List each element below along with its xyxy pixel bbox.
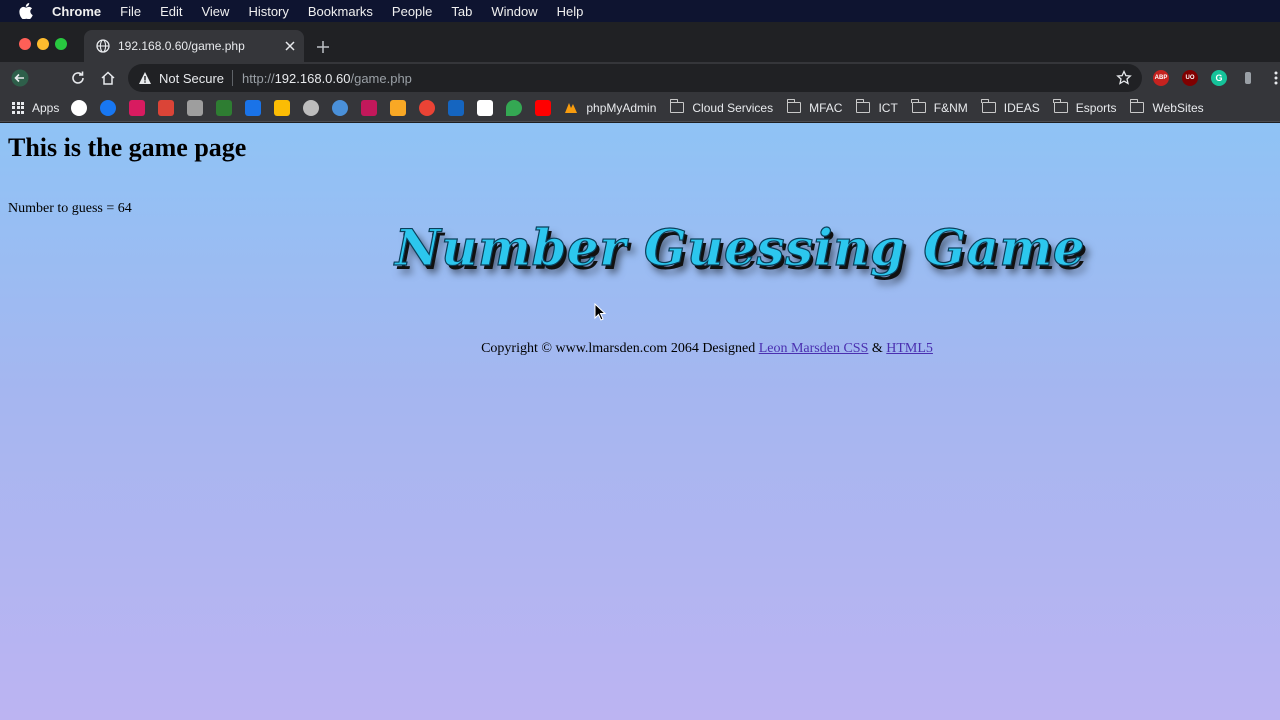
apple-icon[interactable] <box>18 3 34 19</box>
folder-icon <box>669 99 685 113</box>
folder-icon <box>911 99 926 113</box>
linkedin-bookmark-icon[interactable] <box>129 99 146 116</box>
adblock-plus-extension-icon[interactable]: ABP <box>1153 70 1169 86</box>
folder-icon <box>1129 99 1145 113</box>
new-tab-icon[interactable] <box>313 37 333 57</box>
macos-menu-bar: Chrome File Edit View History Bookmarks … <box>0 0 1280 22</box>
bookmark-label: MFAC <box>809 100 843 115</box>
page-footer: Copyright © www.lmarsden.com 2064 Design… <box>0 341 1280 357</box>
bookmark-label: F&NM <box>933 100 968 115</box>
browser-toolbar: Not Secure http://192.168.0.60/game.php … <box>0 62 1280 94</box>
active-tab[interactable]: 192.168.0.60/game.php <box>84 30 304 62</box>
youtube-bookmark-icon[interactable] <box>535 99 552 116</box>
drive-bookmark-icon[interactable] <box>274 99 291 116</box>
bookmark-folder-ict[interactable]: ICT <box>855 99 898 115</box>
mouse-cursor-icon <box>594 303 606 321</box>
menu-bookmarks[interactable]: Bookmarks <box>308 4 373 19</box>
menu-app-chrome[interactable]: Chrome <box>52 4 101 19</box>
calendar-bookmark-icon[interactable] <box>245 99 262 116</box>
zoom-window-button[interactable] <box>55 38 67 50</box>
tool-bookmark-icon[interactable] <box>332 99 349 116</box>
menu-help[interactable]: Help <box>557 4 584 19</box>
facebook-bookmark-icon[interactable] <box>100 99 117 116</box>
bookmark-folder-cloud-services[interactable]: Cloud Services <box>669 99 774 115</box>
apple-bookmark-icon[interactable] <box>303 99 320 116</box>
menu-file[interactable]: File <box>120 4 141 19</box>
folder-icon <box>786 99 802 113</box>
bookmark-folder-ideas[interactable]: IDEAS <box>981 99 1040 115</box>
gmail-bookmark-icon[interactable] <box>158 99 175 116</box>
menu-window[interactable]: Window <box>491 4 537 19</box>
tab-strip: 192.168.0.60/game.php <box>0 22 1280 62</box>
menu-people[interactable]: People <box>392 4 432 19</box>
folder-icon <box>855 99 871 113</box>
green-bookmark-icon[interactable] <box>216 99 233 116</box>
menu-view[interactable]: View <box>201 4 229 19</box>
bookmark-label: Esports <box>1075 100 1117 115</box>
bookmark-phpmyadmin[interactable]: phpMyAdmin <box>564 101 656 115</box>
bookmarks-bar: Apps phpMyAdmin Cloud Services MFAC ICT … <box>0 94 1280 122</box>
folder-icon <box>1053 99 1068 113</box>
bookmark-apps[interactable]: Apps <box>12 101 59 115</box>
menu-edit[interactable]: Edit <box>160 4 182 19</box>
ci-bookmark-icon[interactable] <box>361 99 378 116</box>
not-secure-label[interactable]: Not Secure <box>159 71 224 86</box>
phpmyadmin-icon <box>565 102 578 113</box>
bookmark-label: WebSites <box>1152 100 1204 115</box>
apps-grid-icon <box>12 101 24 114</box>
menu-tab[interactable]: Tab <box>451 4 472 19</box>
menu-history[interactable]: History <box>248 4 288 19</box>
url-host: 192.168.0.60 <box>274 70 351 86</box>
number-to-guess-text: Number to guess = 64 <box>8 201 132 216</box>
maps-bookmark-icon[interactable] <box>506 99 523 116</box>
home-icon[interactable] <box>96 66 120 90</box>
page-heading: This is the game page <box>8 133 247 162</box>
warning-icon[interactable] <box>138 71 152 85</box>
bookmark-label: ICT <box>878 100 898 115</box>
address-bar[interactable]: Not Secure http://192.168.0.60/game.php <box>128 64 1142 92</box>
globe-icon <box>96 39 110 53</box>
bookmark-label: phpMyAdmin <box>586 100 657 115</box>
grammarly-extension-icon[interactable]: G <box>1211 70 1227 86</box>
url-path: /game.php <box>350 70 412 86</box>
omnibox-divider <box>232 70 234 86</box>
page-viewport: This is the game page Number to guess = … <box>0 123 1280 720</box>
play-bookmark-icon[interactable] <box>477 99 494 116</box>
close-tab-icon[interactable] <box>280 36 300 56</box>
bookmark-label: IDEAS <box>1003 100 1040 115</box>
footer-link-html5[interactable]: HTML5 <box>886 341 933 356</box>
folder-icon <box>981 99 996 113</box>
person-bookmark-icon[interactable] <box>187 99 204 116</box>
extension-puzzle-icon[interactable] <box>1236 66 1260 90</box>
bookmark-folder-mfac[interactable]: MFAC <box>786 99 843 115</box>
back-arrow-icon[interactable] <box>8 66 32 90</box>
footer-ampersand: & <box>871 341 883 356</box>
footer-link-leon-marsden-css[interactable]: Leon Marsden CSS <box>759 341 869 356</box>
keep-bookmark-icon[interactable] <box>390 99 407 116</box>
ublock-origin-extension-icon[interactable]: UO <box>1182 70 1198 86</box>
menu-dots-icon[interactable] <box>1264 66 1280 90</box>
tab-title: 192.168.0.60/game.php <box>118 39 245 53</box>
close-window-button[interactable] <box>19 38 31 50</box>
game-title-banner: Number Guessing Game <box>394 217 1086 277</box>
reload-icon[interactable] <box>66 66 90 90</box>
bookmark-label: Cloud Services <box>692 100 774 115</box>
classroom-bookmark-icon[interactable] <box>448 99 465 116</box>
bookmark-folder-fnm[interactable]: F&NM <box>911 99 968 115</box>
minimize-window-button[interactable] <box>37 38 49 50</box>
apps-label: Apps <box>32 100 60 115</box>
bookmark-folder-websites[interactable]: WebSites <box>1129 99 1204 115</box>
footer-copyright-text: Copyright © www.lmarsden.com 2064 Design… <box>481 341 756 356</box>
google-bookmark-icon[interactable] <box>71 99 88 116</box>
url-scheme: http:// <box>242 70 275 86</box>
photos-bookmark-icon[interactable] <box>419 99 436 116</box>
bookmark-folder-esports[interactable]: Esports <box>1053 99 1117 115</box>
bookmark-star-icon[interactable] <box>1116 70 1132 86</box>
